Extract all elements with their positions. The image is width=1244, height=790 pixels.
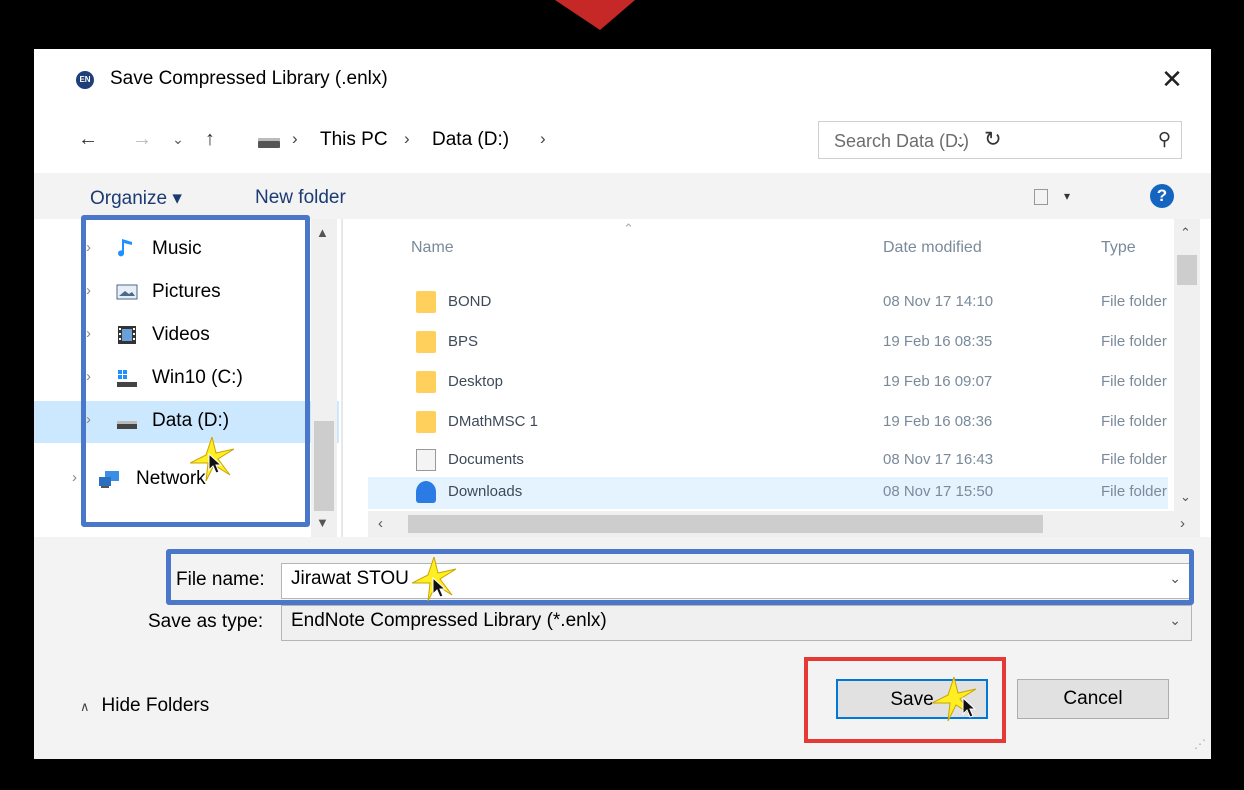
forward-arrow-icon[interactable]: → xyxy=(130,125,154,153)
close-icon[interactable]: ✕ xyxy=(1152,63,1192,95)
navigation-scrollbar[interactable]: ▲ ▼ xyxy=(311,219,337,537)
file-row[interactable]: Documents 08 Nov 17 16:43 File folder xyxy=(368,441,1168,479)
file-type: File folder xyxy=(1101,293,1167,310)
window-title: Save Compressed Library (.enlx) xyxy=(110,68,388,89)
scrollbar-thumb[interactable] xyxy=(1177,255,1197,285)
scrollbar-thumb[interactable] xyxy=(408,515,1043,533)
new-folder-button[interactable]: New folder xyxy=(255,187,346,209)
back-arrow-icon[interactable]: ← xyxy=(76,125,100,153)
scroll-up-icon[interactable]: ⌃ xyxy=(1180,225,1191,241)
file-name: Downloads xyxy=(448,483,523,500)
file-list: ⌃ Name Date modified Type BOND 08 Nov 17… xyxy=(368,219,1211,537)
file-row[interactable]: BPS 19 Feb 16 08:35 File folder xyxy=(368,323,1168,361)
breadcrumb-data-d[interactable]: Data (D:) xyxy=(432,129,509,151)
file-name-highlight xyxy=(166,549,1194,605)
file-date: 08 Nov 17 16:43 xyxy=(883,451,994,468)
navigation-bar: ← → ⌄ ↑ › This PC › Data (D:) › ⌄ ↻ Sear… xyxy=(34,111,1211,171)
scrollbar-thumb[interactable] xyxy=(314,421,334,511)
file-date: 19 Feb 16 08:36 xyxy=(883,413,993,430)
help-icon[interactable]: ? xyxy=(1150,184,1174,208)
pane-divider[interactable] xyxy=(341,219,343,537)
file-name: DMathMSC 1 xyxy=(448,413,539,430)
recent-locations-chevron-icon[interactable]: ⌄ xyxy=(168,125,188,153)
save-as-type-select[interactable]: EndNote Compressed Library (*.enlx) ⌄ xyxy=(281,605,1192,641)
title-bar: EN Save Compressed Library (.enlx) ✕ xyxy=(34,49,1211,111)
downloads-icon xyxy=(416,481,436,503)
file-row[interactable]: Desktop 19 Feb 16 09:07 File folder xyxy=(368,363,1168,401)
file-list-vertical-scrollbar[interactable]: ⌃ ⌄ xyxy=(1174,219,1200,511)
file-row[interactable]: Downloads 08 Nov 17 15:50 File folder xyxy=(368,477,1168,509)
file-date: 19 Feb 16 09:07 xyxy=(883,373,993,390)
scroll-up-icon[interactable]: ▲ xyxy=(316,225,329,240)
folder-icon xyxy=(416,331,436,353)
search-box[interactable]: Search Data (D:) ⚲ xyxy=(818,121,1182,159)
breadcrumb-separator: › xyxy=(404,129,410,148)
folder-icon xyxy=(416,291,436,313)
scroll-right-icon[interactable]: › xyxy=(1180,515,1185,532)
folder-icon xyxy=(416,411,436,433)
view-options-icon[interactable] xyxy=(1034,189,1048,205)
file-type: File folder xyxy=(1101,413,1167,430)
documents-icon xyxy=(416,449,436,471)
save-as-type-value: EndNote Compressed Library (*.enlx) xyxy=(291,610,607,631)
view-dropdown-icon[interactable]: ▾ xyxy=(1064,189,1070,203)
search-placeholder: Search Data (D:) xyxy=(834,131,970,151)
scroll-left-icon[interactable]: ‹ xyxy=(378,515,383,532)
column-header-name[interactable]: Name xyxy=(411,239,454,257)
expand-chevron-icon[interactable]: › xyxy=(72,469,77,486)
column-header-date[interactable]: Date modified xyxy=(883,239,982,257)
mouse-cursor-icon xyxy=(962,697,977,718)
file-date: 08 Nov 17 15:50 xyxy=(883,483,994,500)
scroll-down-icon[interactable]: ▼ xyxy=(316,515,329,530)
file-type: File folder xyxy=(1101,333,1167,350)
file-list-horizontal-scrollbar[interactable]: ‹ › xyxy=(368,511,1200,537)
file-name: Desktop xyxy=(448,373,504,390)
breadcrumb-separator: › xyxy=(292,129,298,148)
drive-icon xyxy=(258,138,280,148)
file-name: Documents xyxy=(448,451,524,468)
file-type: File folder xyxy=(1101,483,1167,500)
column-header-type[interactable]: Type xyxy=(1101,239,1136,257)
chevron-down-icon[interactable]: ⌄ xyxy=(1169,612,1181,629)
address-bar[interactable]: › This PC › Data (D:) › ⌄ ↻ xyxy=(250,125,1002,159)
file-row[interactable]: BOND 08 Nov 17 14:10 File folder xyxy=(368,283,1168,321)
file-name: BOND xyxy=(448,293,492,310)
mouse-cursor-icon xyxy=(432,577,447,598)
search-icon[interactable]: ⚲ xyxy=(1158,129,1171,150)
mouse-cursor-icon xyxy=(208,453,223,474)
cancel-button[interactable]: Cancel xyxy=(1017,679,1169,719)
chevron-up-icon: ∧ xyxy=(80,699,90,714)
resize-grip-icon[interactable]: ⋰ xyxy=(1194,737,1206,751)
file-date: 19 Feb 16 08:35 xyxy=(883,333,993,350)
command-toolbar: Organize ▾ New folder ▾ ? xyxy=(34,173,1211,219)
file-row[interactable]: DMathMSC 1 19 Feb 16 08:36 File folder xyxy=(368,403,1168,441)
endnote-app-icon: EN xyxy=(76,71,94,89)
organize-menu-button[interactable]: Organize ▾ xyxy=(90,187,182,210)
scroll-down-icon[interactable]: ⌄ xyxy=(1180,489,1191,505)
hide-folders-label: Hide Folders xyxy=(101,695,210,716)
file-type: File folder xyxy=(1101,373,1167,390)
hide-folders-button[interactable]: ∧ Hide Folders xyxy=(80,695,209,717)
folder-icon xyxy=(416,371,436,393)
save-as-type-label: Save as type: xyxy=(148,611,264,632)
sort-indicator-icon: ⌃ xyxy=(623,221,634,236)
file-date: 08 Nov 17 14:10 xyxy=(883,293,994,310)
breadcrumb-this-pc[interactable]: This PC xyxy=(320,129,388,151)
file-type: File folder xyxy=(1101,451,1167,468)
breadcrumb-separator[interactable]: › xyxy=(540,129,546,149)
up-arrow-icon[interactable]: ↑ xyxy=(198,125,222,153)
file-name: BPS xyxy=(448,333,479,350)
save-dialog: EN Save Compressed Library (.enlx) ✕ ← →… xyxy=(34,49,1211,759)
